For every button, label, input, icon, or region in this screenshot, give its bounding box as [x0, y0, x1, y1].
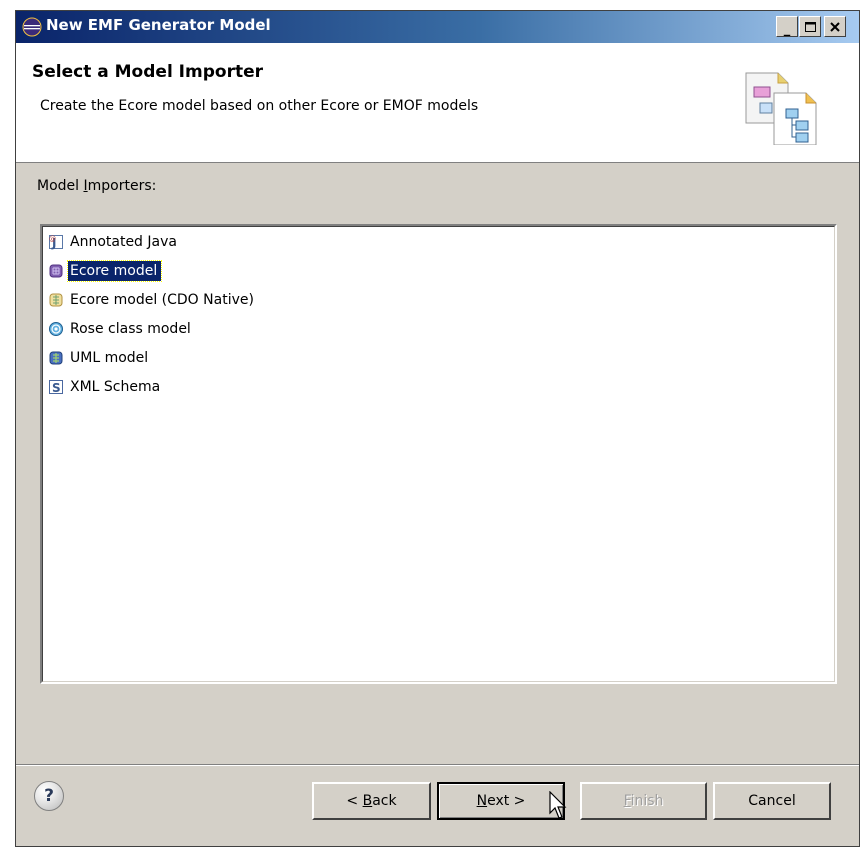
- list-item-uml-model[interactable]: UML model: [48, 345, 152, 371]
- dialog-window: New EMF Generator Model _ Select a Model…: [15, 10, 860, 847]
- list-item-annotated-java[interactable]: J @ Annotated Java: [48, 229, 181, 255]
- page-title: Select a Model Importer: [32, 62, 263, 82]
- ecore-cdo-icon: [49, 293, 63, 307]
- list-item-label: Ecore model (CDO Native): [70, 292, 254, 308]
- maximize-button[interactable]: [799, 16, 821, 37]
- xml-schema-icon: S: [49, 380, 63, 395]
- list-item-ecore-model[interactable]: Ecore model: [48, 258, 163, 284]
- list-item-label: Rose class model: [70, 321, 191, 337]
- eclipse-icon: [22, 17, 42, 37]
- minimize-button[interactable]: _: [776, 16, 798, 37]
- help-button[interactable]: ?: [34, 781, 64, 811]
- importers-list[interactable]: J @ Annotated Java Ecore model Ecore mod…: [40, 224, 837, 684]
- annotated-java-icon: J @: [49, 235, 63, 250]
- next-button-label: Next >: [476, 793, 526, 809]
- list-item-rose-class-model[interactable]: Rose class model: [48, 316, 195, 342]
- svg-text:@: @: [49, 235, 56, 243]
- uml-model-icon: [49, 351, 63, 365]
- button-bar-separator: [16, 764, 859, 766]
- back-button[interactable]: < Back: [312, 782, 431, 820]
- title-bar[interactable]: New EMF Generator Model _: [16, 11, 859, 43]
- list-item-label: UML model: [70, 350, 149, 366]
- minimize-icon: _: [783, 22, 791, 37]
- wizard-header: Select a Model Importer Create the Ecore…: [16, 43, 859, 163]
- cancel-button[interactable]: Cancel: [713, 782, 831, 820]
- list-item-label: XML Schema: [70, 379, 161, 395]
- wizard-banner-icon: [745, 72, 817, 145]
- next-button[interactable]: Next >: [437, 782, 565, 820]
- cancel-button-label: Cancel: [748, 793, 796, 809]
- svg-text:S: S: [52, 381, 61, 395]
- back-button-label: < Back: [346, 793, 397, 809]
- finish-button-label: Finish: [623, 793, 664, 809]
- list-item-xml-schema[interactable]: S XML Schema: [48, 374, 164, 400]
- importers-label: Model Importers:: [37, 178, 157, 194]
- window-title: New EMF Generator Model: [46, 16, 271, 34]
- ecore-model-icon: [49, 264, 63, 278]
- page-description: Create the Ecore model based on other Ec…: [40, 98, 479, 114]
- list-item-label: Ecore model: [66, 260, 163, 282]
- close-button[interactable]: [824, 16, 846, 37]
- finish-button: Finish: [580, 782, 707, 820]
- rose-class-icon: [49, 322, 63, 336]
- help-icon: ?: [44, 786, 54, 806]
- close-icon: [830, 21, 840, 32]
- maximize-icon: [804, 21, 816, 32]
- list-item-ecore-cdo-native[interactable]: Ecore model (CDO Native): [48, 287, 258, 313]
- list-item-label: Annotated Java: [70, 234, 177, 250]
